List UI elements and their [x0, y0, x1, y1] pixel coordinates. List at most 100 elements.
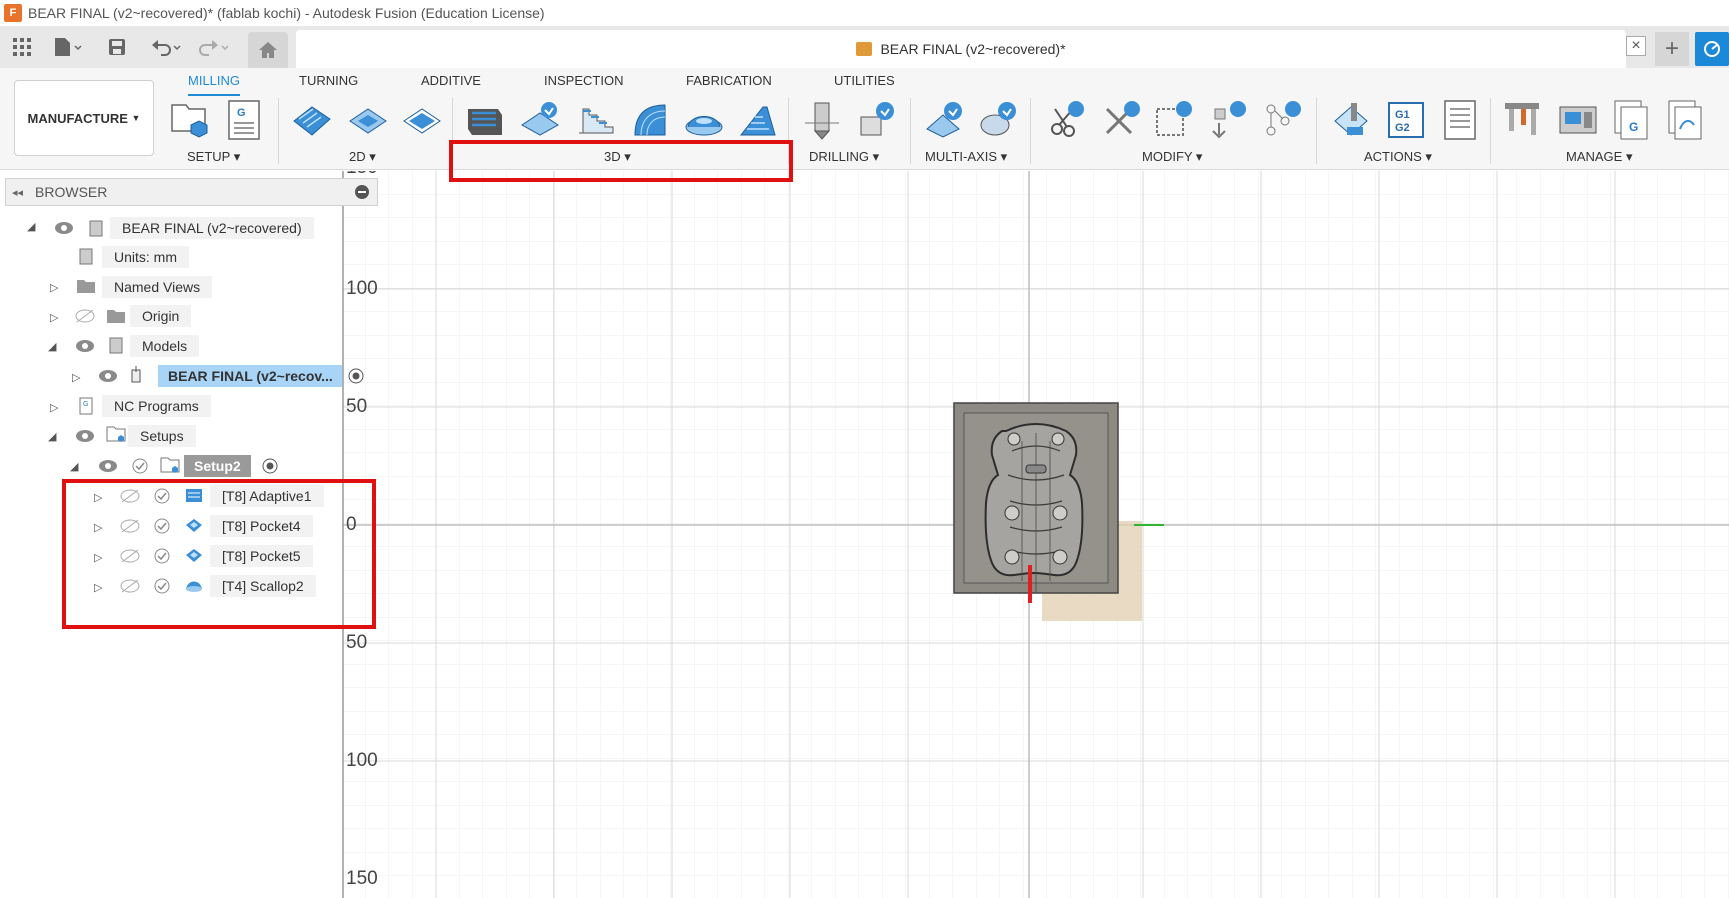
document-tab[interactable]: BEAR FINAL (v2~recovered)*: [296, 30, 1626, 68]
collapse-triangle-icon[interactable]: ◢: [27, 220, 35, 233]
close-tab-button[interactable]: ×: [1626, 36, 1646, 56]
bear-model[interactable]: [952, 401, 1202, 651]
eye-icon[interactable]: [98, 456, 118, 476]
chevron-down-icon: ▼: [131, 113, 141, 123]
tab-milling[interactable]: MILLING: [188, 72, 241, 96]
modify-group-label[interactable]: MODIFY ▾: [1142, 149, 1202, 165]
tree-item-models[interactable]: Models: [130, 334, 200, 358]
setup-group-label[interactable]: SETUP ▾: [187, 149, 240, 165]
drilling-group-label[interactable]: DRILLING ▾: [809, 149, 879, 165]
tab-additive[interactable]: ADDITIVE: [421, 72, 481, 96]
machine-library-icon[interactable]: [1556, 98, 1600, 142]
tree-item-label: Named Views: [102, 276, 213, 298]
tree-item-label: Models: [130, 335, 200, 357]
fusion-app-icon: F: [4, 4, 22, 22]
redo-icon[interactable]: [196, 34, 232, 60]
app-grid-icon[interactable]: [10, 34, 34, 60]
delete-toolpath-icon[interactable]: [1100, 98, 1144, 142]
template-library-icon[interactable]: [1664, 98, 1708, 142]
tree-item-model[interactable]: BEAR FINAL (v2~recov...: [158, 364, 342, 388]
2d-adaptive-icon[interactable]: [290, 98, 334, 142]
3d-adaptive-icon[interactable]: [463, 98, 507, 142]
eye-icon[interactable]: [98, 366, 118, 386]
home-tab[interactable]: [248, 32, 288, 68]
multi-axis-group-label[interactable]: MULTI-AXIS ▾: [925, 149, 1007, 165]
ruler-label: 50: [346, 632, 368, 653]
3d-parallel-icon[interactable]: [628, 98, 672, 142]
save-icon[interactable]: [105, 34, 129, 60]
3d-scallop-icon[interactable]: [682, 98, 726, 142]
svg-text:G: G: [237, 107, 246, 119]
tab-fabrication[interactable]: FABRICATION: [686, 72, 772, 96]
setup-sheet-icon[interactable]: [1438, 98, 1482, 142]
pattern-toolpath-icon[interactable]: [1260, 98, 1304, 142]
3d-spiral-icon[interactable]: [736, 98, 780, 142]
new-tab-button[interactable]: +: [1655, 32, 1689, 66]
eye-icon[interactable]: [75, 336, 95, 356]
2d-face-icon[interactable]: [400, 98, 444, 142]
expand-triangle-icon[interactable]: ▷: [50, 401, 58, 414]
tree-item-units[interactable]: Units: mm: [102, 245, 189, 269]
actions-group-label[interactable]: ACTIONS ▾: [1364, 149, 1432, 165]
move-toolpath-icon[interactable]: [1206, 98, 1250, 142]
tree-item-nc-programs[interactable]: NC Programs: [102, 394, 211, 418]
expand-triangle-icon[interactable]: ▷: [50, 281, 58, 294]
collapse-triangle-icon[interactable]: ◢: [48, 430, 56, 443]
workspace-switcher[interactable]: MANUFACTURE ▼: [14, 80, 154, 156]
svg-text:G1: G1: [1395, 109, 1410, 121]
ruler-label: 50: [346, 396, 368, 417]
title-bar: F BEAR FINAL (v2~recovered)* (fablab koc…: [0, 0, 1729, 26]
expand-triangle-icon[interactable]: ▷: [72, 371, 80, 384]
eye-hidden-icon[interactable]: [75, 306, 95, 326]
eye-icon[interactable]: [75, 426, 95, 446]
file-menu-icon[interactable]: [50, 34, 86, 60]
collapse-browser-icon[interactable]: ◂◂: [12, 186, 23, 199]
edit-notes-icon[interactable]: [1152, 98, 1196, 142]
tree-item-label: Setup2: [184, 455, 251, 477]
multi-axis-contour-icon[interactable]: [922, 98, 966, 142]
3d-pocket-icon[interactable]: [518, 98, 562, 142]
tree-item-setups[interactable]: Setups: [128, 424, 196, 448]
3d-steep-shallow-icon[interactable]: [574, 98, 618, 142]
undo-icon[interactable]: [148, 34, 184, 60]
component-icon: [128, 364, 148, 384]
simulate-icon[interactable]: [1330, 98, 1374, 142]
svg-text:G: G: [83, 401, 88, 408]
eye-icon[interactable]: [54, 218, 74, 238]
viewport-canvas[interactable]: 150 100 50 0 50 100 150: [342, 171, 1729, 898]
ruler-label: 150: [346, 868, 378, 889]
collapse-triangle-icon[interactable]: ◢: [70, 460, 78, 473]
check-circle-icon[interactable]: [130, 456, 150, 476]
collapse-triangle-icon[interactable]: ◢: [48, 340, 56, 353]
folder-icon: [76, 276, 96, 296]
tab-utilities[interactable]: UTILITIES: [834, 72, 895, 96]
browser-pin-icon[interactable]: [355, 185, 369, 199]
tree-item-named-views[interactable]: Named Views: [102, 275, 213, 299]
hole-recognition-icon[interactable]: [854, 98, 898, 142]
radio-active-icon[interactable]: [346, 366, 366, 386]
tab-inspection[interactable]: INSPECTION: [544, 72, 623, 96]
radio-active-icon[interactable]: [260, 456, 280, 476]
nc-program-icon[interactable]: G: [222, 98, 266, 142]
drill-icon[interactable]: [800, 98, 844, 142]
tree-item-origin[interactable]: Origin: [130, 304, 192, 328]
manage-group-label[interactable]: MANAGE ▾: [1566, 149, 1632, 165]
2d-group-label[interactable]: 2D ▾: [349, 149, 376, 165]
ribbon-divider: [1316, 98, 1317, 164]
tree-item-setup2[interactable]: Setup2: [184, 454, 251, 478]
trim-toolpath-icon[interactable]: [1044, 98, 1088, 142]
job-status-icon[interactable]: [1695, 32, 1729, 66]
browser-title: BROWSER: [35, 184, 108, 200]
tree-item-label: NC Programs: [102, 395, 211, 417]
tool-library-icon[interactable]: [1500, 98, 1544, 142]
ribbon-divider: [1030, 98, 1031, 164]
post-process-icon[interactable]: G1 G2: [1384, 98, 1428, 142]
new-setup-icon[interactable]: [168, 98, 212, 142]
expand-triangle-icon[interactable]: ▷: [50, 311, 58, 324]
2d-pocket-icon[interactable]: [346, 98, 390, 142]
tab-turning[interactable]: TURNING: [299, 72, 358, 96]
post-library-icon[interactable]: G: [1610, 98, 1654, 142]
browser-header: ◂◂ BROWSER: [5, 178, 378, 206]
swarf-icon[interactable]: [976, 98, 1020, 142]
tree-item-root[interactable]: BEAR FINAL (v2~recovered): [110, 216, 314, 240]
